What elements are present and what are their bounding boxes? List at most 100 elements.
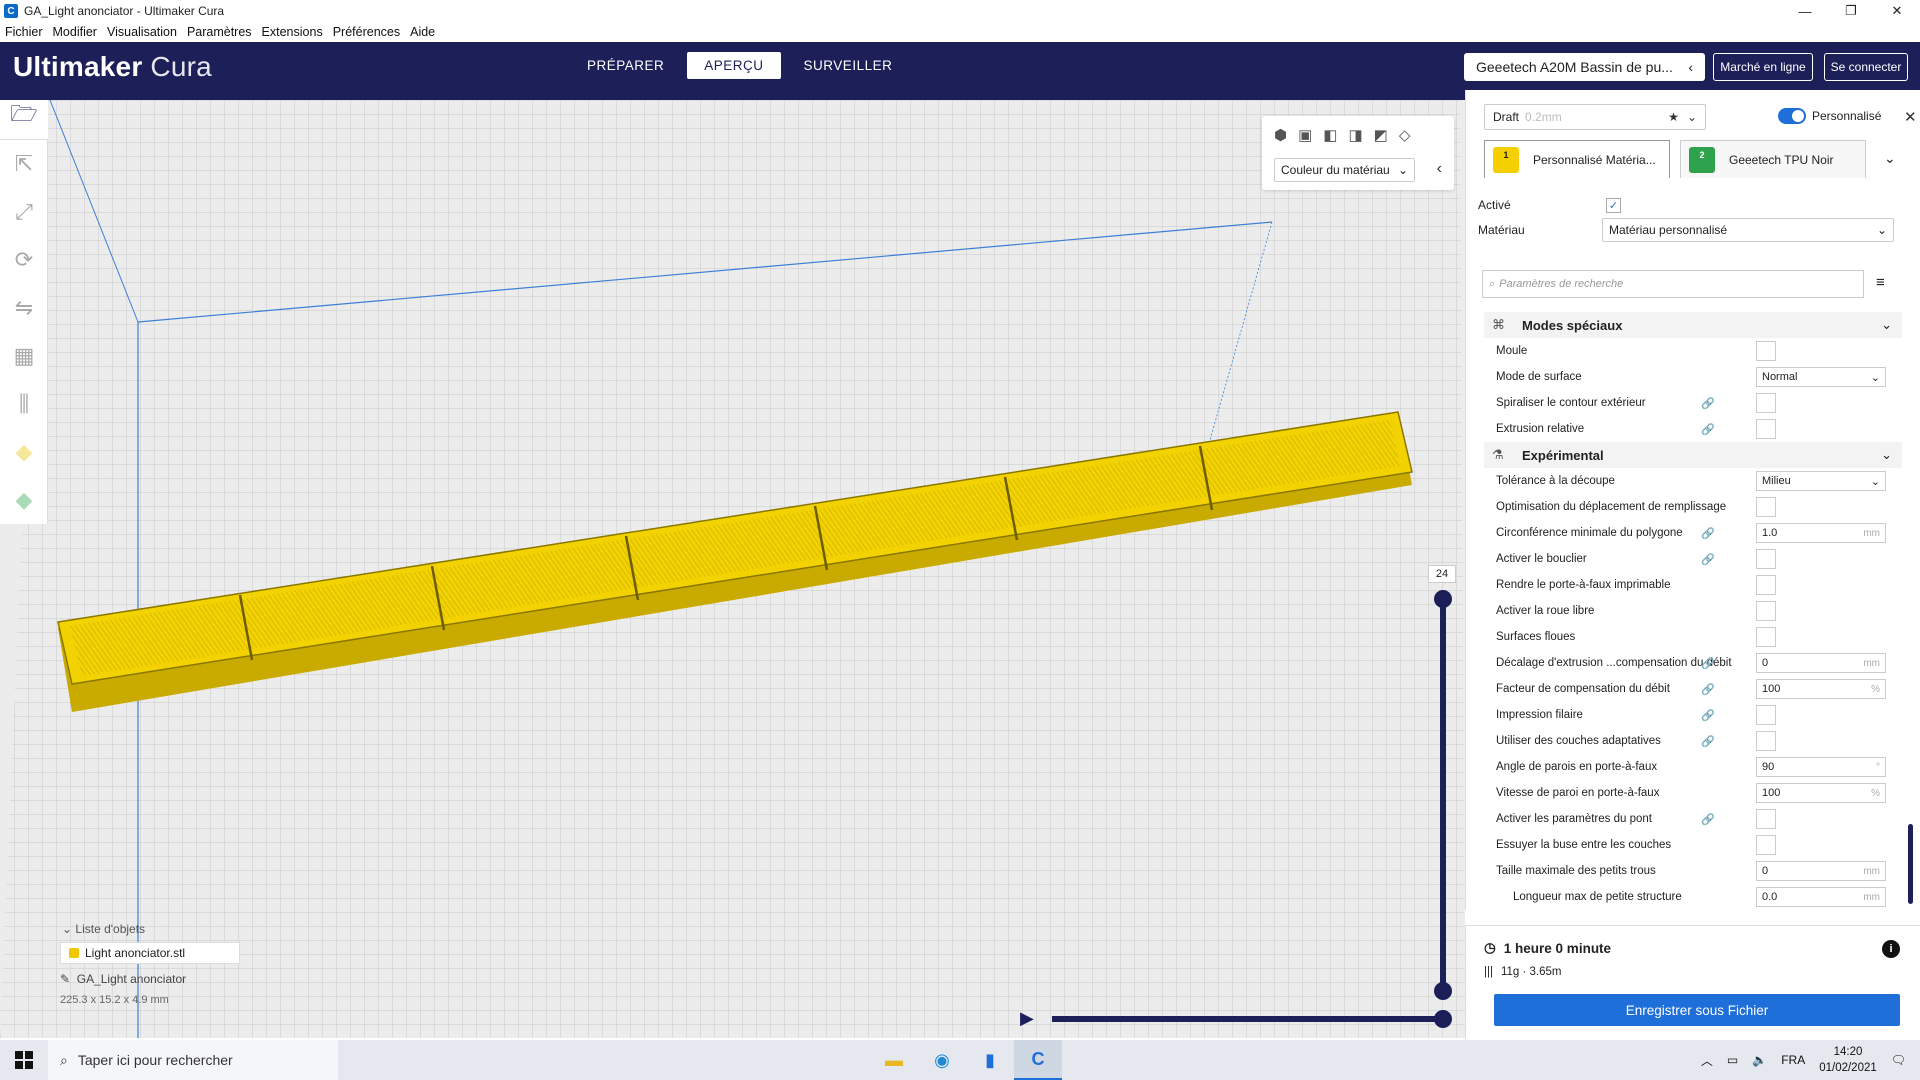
- view-right-icon[interactable]: ◩: [1374, 126, 1388, 144]
- setting-value-field[interactable]: 0.0 mm: [1756, 887, 1886, 907]
- support-blocker-tool[interactable]: ⫼: [0, 380, 48, 428]
- setting-value-field[interactable]: 1.0 mm: [1756, 523, 1886, 543]
- setting-checkbox[interactable]: [1756, 341, 1776, 361]
- edge-app[interactable]: ◉: [918, 1040, 966, 1080]
- setting-dropdown[interactable]: Milieu ⌄: [1756, 471, 1886, 491]
- per-model-settings-tool[interactable]: ▦: [0, 332, 48, 380]
- menu-fichier[interactable]: Fichier: [0, 25, 48, 39]
- save-to-file-button[interactable]: Enregistrer sous Fichier: [1494, 994, 1900, 1026]
- extruder-tab-1[interactable]: 1 Personnalisé Matéria...: [1484, 140, 1670, 178]
- network-icon[interactable]: ▭: [1727, 1053, 1738, 1067]
- taskbar-search[interactable]: ⌕ Taper ici pour rechercher: [48, 1040, 338, 1080]
- link-icon[interactable]: 🔗: [1701, 423, 1715, 436]
- signin-button[interactable]: Se connecter: [1824, 53, 1908, 81]
- layer-bottom-handle[interactable]: [1434, 982, 1452, 1000]
- setting-checkbox[interactable]: [1756, 627, 1776, 647]
- printer-selector[interactable]: Geeetech A20M Bassin de pu... ‹: [1464, 53, 1705, 81]
- file-explorer-app[interactable]: ▬: [870, 1040, 918, 1080]
- star-icon[interactable]: ★: [1668, 110, 1679, 124]
- setting-checkbox[interactable]: [1756, 809, 1776, 829]
- settings-search-input[interactable]: ⌕ Paramètres de recherche: [1482, 270, 1864, 298]
- marketplace-button[interactable]: Marché en ligne: [1713, 53, 1813, 81]
- view-front-icon[interactable]: ▣: [1298, 126, 1312, 144]
- collapse-chevron-icon[interactable]: ‹: [1437, 160, 1442, 178]
- settings-menu-icon[interactable]: ≡: [1876, 274, 1885, 291]
- language-indicator[interactable]: FRA: [1781, 1053, 1805, 1067]
- extruder-tab-2[interactable]: 2 Geeetech TPU Noir: [1680, 140, 1866, 178]
- start-button[interactable]: [0, 1040, 48, 1080]
- maximize-button[interactable]: ❐: [1828, 0, 1874, 22]
- layer-slider[interactable]: [1434, 590, 1452, 1006]
- setting-checkbox[interactable]: [1756, 601, 1776, 621]
- notifications-icon[interactable]: 🗨: [1891, 1053, 1906, 1067]
- color-scheme-dropdown[interactable]: Couleur du matériau ⌄: [1274, 158, 1415, 182]
- xray-view-icon[interactable]: ◇: [1399, 126, 1411, 144]
- project-name-row[interactable]: ✎ GA_Light anonciator: [60, 972, 260, 986]
- setting-checkbox[interactable]: [1756, 731, 1776, 751]
- chevron-down-icon[interactable]: ⌄: [1884, 150, 1896, 167]
- setting-checkbox[interactable]: [1756, 393, 1776, 413]
- link-icon[interactable]: 🔗: [1701, 735, 1715, 748]
- link-icon[interactable]: 🔗: [1701, 553, 1715, 566]
- tab-preparer[interactable]: PRÉPARER: [570, 52, 681, 79]
- link-icon[interactable]: 🔗: [1701, 397, 1715, 410]
- store-app[interactable]: ▮: [966, 1040, 1014, 1080]
- link-icon[interactable]: 🔗: [1701, 527, 1715, 540]
- tab-surveiller[interactable]: SURVEILLER: [787, 52, 910, 79]
- scale-tool[interactable]: ⤢: [0, 188, 48, 236]
- link-icon[interactable]: 🔗: [1701, 657, 1715, 670]
- mirror-tool[interactable]: ⇋: [0, 284, 48, 332]
- link-icon[interactable]: 🔗: [1701, 813, 1715, 826]
- view-left-icon[interactable]: ◨: [1348, 126, 1362, 144]
- link-icon[interactable]: 🔗: [1701, 683, 1715, 696]
- extruder-1-button[interactable]: ◆: [0, 428, 48, 476]
- setting-checkbox[interactable]: [1756, 835, 1776, 855]
- setting-checkbox[interactable]: [1756, 575, 1776, 595]
- setting-checkbox[interactable]: [1756, 705, 1776, 725]
- simulation-handle[interactable]: [1434, 1010, 1452, 1028]
- link-icon[interactable]: 🔗: [1701, 709, 1715, 722]
- menu-visualisation[interactable]: Visualisation: [102, 25, 182, 39]
- object-list-header[interactable]: ⌄ Liste d'objets: [60, 922, 260, 936]
- custom-mode-toggle[interactable]: Personnalisé: [1778, 108, 1881, 124]
- view-3d-icon[interactable]: ⬢: [1274, 126, 1287, 144]
- menu-modifier[interactable]: Modifier: [48, 25, 102, 39]
- category-special-modes[interactable]: ⌘ Modes spéciaux ⌄: [1484, 312, 1902, 338]
- setting-value-field[interactable]: 90 °: [1756, 757, 1886, 777]
- setting-checkbox[interactable]: [1756, 497, 1776, 517]
- move-tool[interactable]: ⇱: [0, 140, 48, 188]
- category-experimental[interactable]: ⚗ Expérimental ⌄: [1484, 442, 1902, 468]
- toggle-switch[interactable]: [1778, 108, 1806, 124]
- taskbar-clock[interactable]: 14:20 01/02/2021: [1819, 1044, 1877, 1076]
- object-list-item[interactable]: Light anonciator.stl: [60, 942, 240, 964]
- layer-top-handle[interactable]: [1434, 590, 1452, 608]
- layer-number[interactable]: 24: [1428, 565, 1456, 583]
- setting-dropdown[interactable]: Normal ⌄: [1756, 367, 1886, 387]
- profile-selector[interactable]: Draft 0.2mm ★ ⌄: [1484, 104, 1706, 130]
- material-dropdown[interactable]: Matériau personnalisé ⌄: [1602, 218, 1894, 242]
- info-icon[interactable]: i: [1882, 940, 1900, 958]
- extruder-2-button[interactable]: ◆: [0, 476, 48, 524]
- open-file-button[interactable]: 🗁: [0, 100, 48, 140]
- cura-taskbar-app[interactable]: C: [1014, 1040, 1062, 1080]
- setting-checkbox[interactable]: [1756, 419, 1776, 439]
- enabled-checkbox[interactable]: ✓: [1606, 197, 1621, 213]
- setting-checkbox[interactable]: [1756, 549, 1776, 569]
- minimize-button[interactable]: —: [1782, 0, 1828, 22]
- setting-value-field[interactable]: 100%: [1756, 783, 1886, 803]
- build-plate-scene[interactable]: [0, 100, 1465, 1038]
- setting-value-field[interactable]: 0 mm: [1756, 653, 1886, 673]
- menu-extensions[interactable]: Extensions: [257, 25, 328, 39]
- volume-icon[interactable]: 🔈: [1752, 1053, 1767, 1067]
- close-icon[interactable]: ✕: [1904, 108, 1917, 126]
- menu-preferences[interactable]: Préférences: [328, 25, 405, 39]
- menu-parametres[interactable]: Paramètres: [182, 25, 257, 39]
- view-top-icon[interactable]: ◧: [1323, 126, 1337, 144]
- simulation-track[interactable]: [1052, 1016, 1442, 1022]
- chevron-up-icon[interactable]: ︿: [1701, 1052, 1713, 1069]
- settings-scrollbar[interactable]: [1908, 824, 1913, 904]
- play-icon[interactable]: ▶: [1020, 1008, 1034, 1029]
- setting-value-field[interactable]: 100%: [1756, 679, 1886, 699]
- menu-aide[interactable]: Aide: [405, 25, 440, 39]
- 3d-viewport[interactable]: 🗁 ⇱ ⤢ ⟳ ⇋ ▦ ⫼ ◆ ◆ ⬢ ▣ ◧ ◨ ◩ ◇ Couleur du…: [0, 100, 1465, 1038]
